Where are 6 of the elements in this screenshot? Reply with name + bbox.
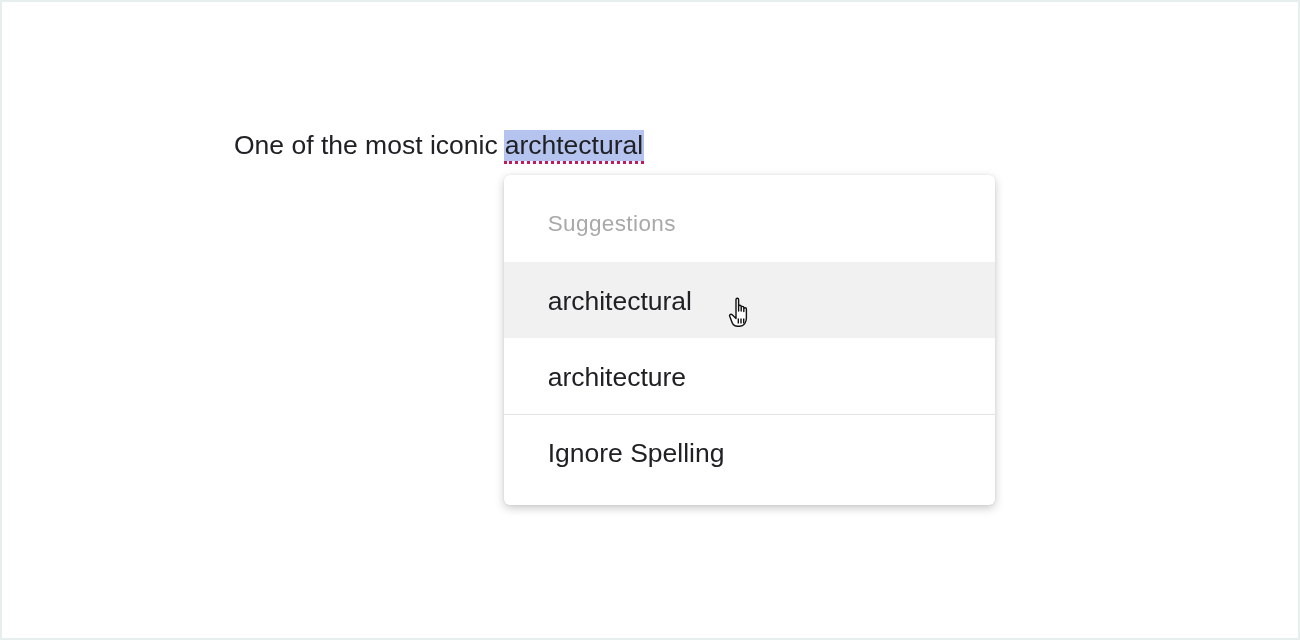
suggestion-menu-item[interactable]: architectural [503, 262, 995, 338]
menu-header: Suggestions [546, 209, 677, 238]
sentence-text: One of the most iconic [234, 130, 498, 160]
suggestion-menu-item[interactable]: architecture [503, 338, 995, 414]
misspelled-word[interactable]: archtectural [503, 130, 645, 164]
ignore-menu-item[interactable]: Ignore Spelling [503, 414, 995, 490]
